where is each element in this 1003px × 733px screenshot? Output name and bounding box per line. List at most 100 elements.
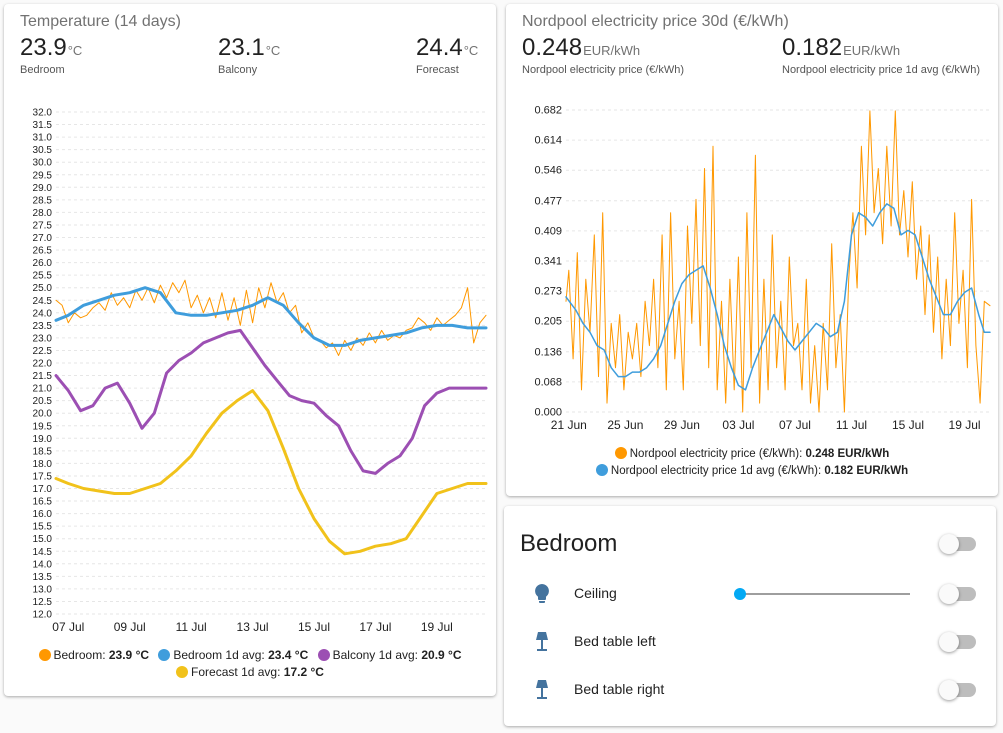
stat-value: 24.4: [416, 34, 463, 61]
y-tick-label: 20.0: [33, 409, 53, 420]
y-tick-label: 13.0: [33, 584, 53, 595]
y-tick-label: 24.0: [33, 308, 53, 319]
price-stat-avg[interactable]: 0.182EUR/kWh Nordpool electricity price …: [782, 34, 980, 76]
legend-item-bedroom-avg[interactable]: Bedroom 1d avg: 23.4 °C: [158, 647, 308, 664]
stat-label: Bedroom: [20, 64, 65, 76]
temp-stat-bedroom[interactable]: 23.9°C Bedroom: [20, 34, 82, 76]
y-tick-label: 14.0: [33, 559, 53, 570]
y-tick-label: 15.5: [33, 522, 53, 533]
bed-table-right-toggle[interactable]: [939, 680, 978, 700]
price-legend: Nordpool electricity price (€/kWh): 0.24…: [506, 446, 998, 480]
legend-value: 17.2 °C: [283, 665, 324, 679]
entities-card-title: Bedroom: [520, 530, 618, 557]
y-tick-label: 23.5: [33, 321, 53, 332]
series-line-2[interactable]: [54, 328, 488, 475]
ceiling-brightness-slider[interactable]: [734, 588, 910, 600]
x-tick-label: 13 Jul: [237, 620, 269, 634]
bedroom-master-toggle[interactable]: [939, 534, 978, 554]
x-tick-label: 11 Jul: [176, 620, 207, 634]
y-tick-label: 27.5: [33, 220, 53, 231]
entity-row-ceiling: Ceiling: [504, 574, 996, 614]
y-tick-label: 0.341: [534, 256, 562, 268]
bed-table-left-toggle[interactable]: [939, 632, 978, 652]
x-tick-label: 15 Jul: [298, 620, 330, 634]
y-tick-label: 23.0: [33, 333, 53, 344]
price-chart[interactable]: 0.000 0.068 0.136 0.205 0.273 0.341 0.409 0.477…: [506, 100, 998, 445]
chart-grid: [56, 111, 486, 615]
price-stat-current[interactable]: 0.248EUR/kWh Nordpool electricity price …: [522, 34, 684, 76]
y-tick-label: 12.5: [33, 597, 53, 608]
legend-label: Nordpool electricity price (€/kWh):: [629, 448, 803, 460]
legend-value: 0.182 EUR/kWh: [824, 465, 909, 477]
y-tick-label: 27.0: [33, 233, 53, 244]
stat-label: Balcony: [218, 64, 258, 76]
legend-dot: [176, 666, 189, 678]
legend-value: 23.4 °C: [268, 648, 309, 662]
ceiling-toggle[interactable]: [939, 584, 978, 604]
entity-name[interactable]: Ceiling: [574, 585, 617, 601]
y-tick-label: 0.136: [534, 346, 562, 358]
y-tick-label: 28.0: [33, 208, 53, 219]
y-tick-label: 12.0: [33, 610, 53, 621]
legend-value: 0.248 EUR/kWh: [805, 448, 890, 460]
series-line-1[interactable]: [54, 286, 488, 347]
stat-unit: °C: [265, 43, 281, 58]
legend-dot: [595, 464, 608, 476]
legend-label: Bedroom 1d avg:: [173, 648, 265, 662]
legend-dot: [158, 649, 171, 661]
y-tick-label: 25.0: [33, 283, 53, 294]
y-tick-label: 31.5: [33, 120, 53, 131]
x-tick-label: 07 Jul: [779, 418, 811, 432]
price-card: Nordpool electricity price 30d (€/kWh) 0…: [506, 4, 998, 496]
legend-value: 20.9 °C: [421, 648, 462, 662]
stat-value: 0.182: [782, 34, 843, 61]
toggle-thumb: [939, 680, 959, 700]
y-tick-label: 18.5: [33, 446, 53, 457]
y-tick-label: 13.5: [33, 572, 53, 583]
y-tick-label: 16.5: [33, 497, 53, 508]
temperature-card: Temperature (14 days) 23.9°C Bedroom 23.…: [4, 4, 496, 696]
legend-dot: [317, 649, 330, 661]
x-tick-label: 15 Jul: [892, 418, 924, 432]
x-tick-label: 09 Jul: [114, 620, 146, 634]
temperature-chart[interactable]: 12.0 12.5 13.013.5 14.014.5 15.015.5 16.016.5…: [4, 104, 496, 649]
legend-label: Bedroom:: [53, 648, 106, 662]
slider-rail: [740, 593, 910, 595]
stat-unit: °C: [463, 43, 479, 58]
y-tick-label: 28.5: [33, 195, 53, 206]
stat-label: Forecast: [416, 64, 459, 76]
legend-item-bedroom[interactable]: Bedroom: 23.9 °C: [38, 647, 149, 664]
y-tick-label: 21.0: [33, 384, 53, 395]
y-tick-label: 0.205: [534, 316, 562, 328]
legend-item-forecast-avg[interactable]: Forecast 1d avg: 17.2 °C: [176, 664, 324, 681]
legend-item-balcony-avg[interactable]: Balcony 1d avg: 20.9 °C: [317, 647, 462, 664]
legend-item-price[interactable]: Nordpool electricity price (€/kWh): 0.24…: [614, 446, 890, 463]
lightbulb-icon[interactable]: [530, 582, 554, 606]
entity-name[interactable]: Bed table right: [574, 681, 664, 697]
y-tick-label: 29.0: [33, 183, 53, 194]
stat-unit: EUR/kWh: [583, 43, 641, 58]
y-tick-label: 17.5: [33, 471, 53, 482]
legend-dot: [614, 447, 627, 459]
y-tick-label: 0.546: [534, 165, 562, 177]
legend-label: Balcony 1d avg:: [332, 648, 418, 662]
x-tick-label: 29 Jun: [664, 418, 700, 432]
y-tick-label: 0.477: [534, 195, 562, 207]
slider-knob[interactable]: [734, 588, 746, 600]
y-tick-label: 32.0: [33, 108, 53, 119]
x-tick-label: 21 Jun: [551, 418, 587, 432]
temp-stat-balcony[interactable]: 23.1°C Balcony: [218, 34, 280, 76]
series-line-0[interactable]: [55, 279, 487, 356]
temp-stat-forecast[interactable]: 24.4°C Forecast: [416, 34, 478, 76]
table-lamp-icon[interactable]: [530, 630, 554, 654]
stat-unit: EUR/kWh: [843, 43, 901, 58]
table-lamp-icon[interactable]: [530, 678, 554, 702]
stat-label: Nordpool electricity price 1d avg (€/kWh…: [782, 64, 981, 76]
entity-name[interactable]: Bed table left: [574, 633, 656, 649]
y-tick-label: 25.5: [33, 271, 53, 282]
y-tick-label: 19.0: [33, 434, 53, 445]
temperature-legend: Bedroom: 23.9 °C Bedroom 1d avg: 23.4 °C…: [4, 647, 496, 681]
y-tick-label: 18.0: [33, 459, 53, 470]
y-tick-label: 22.0: [33, 359, 53, 370]
legend-item-price-avg[interactable]: Nordpool electricity price 1d avg (€/kWh…: [595, 463, 909, 480]
